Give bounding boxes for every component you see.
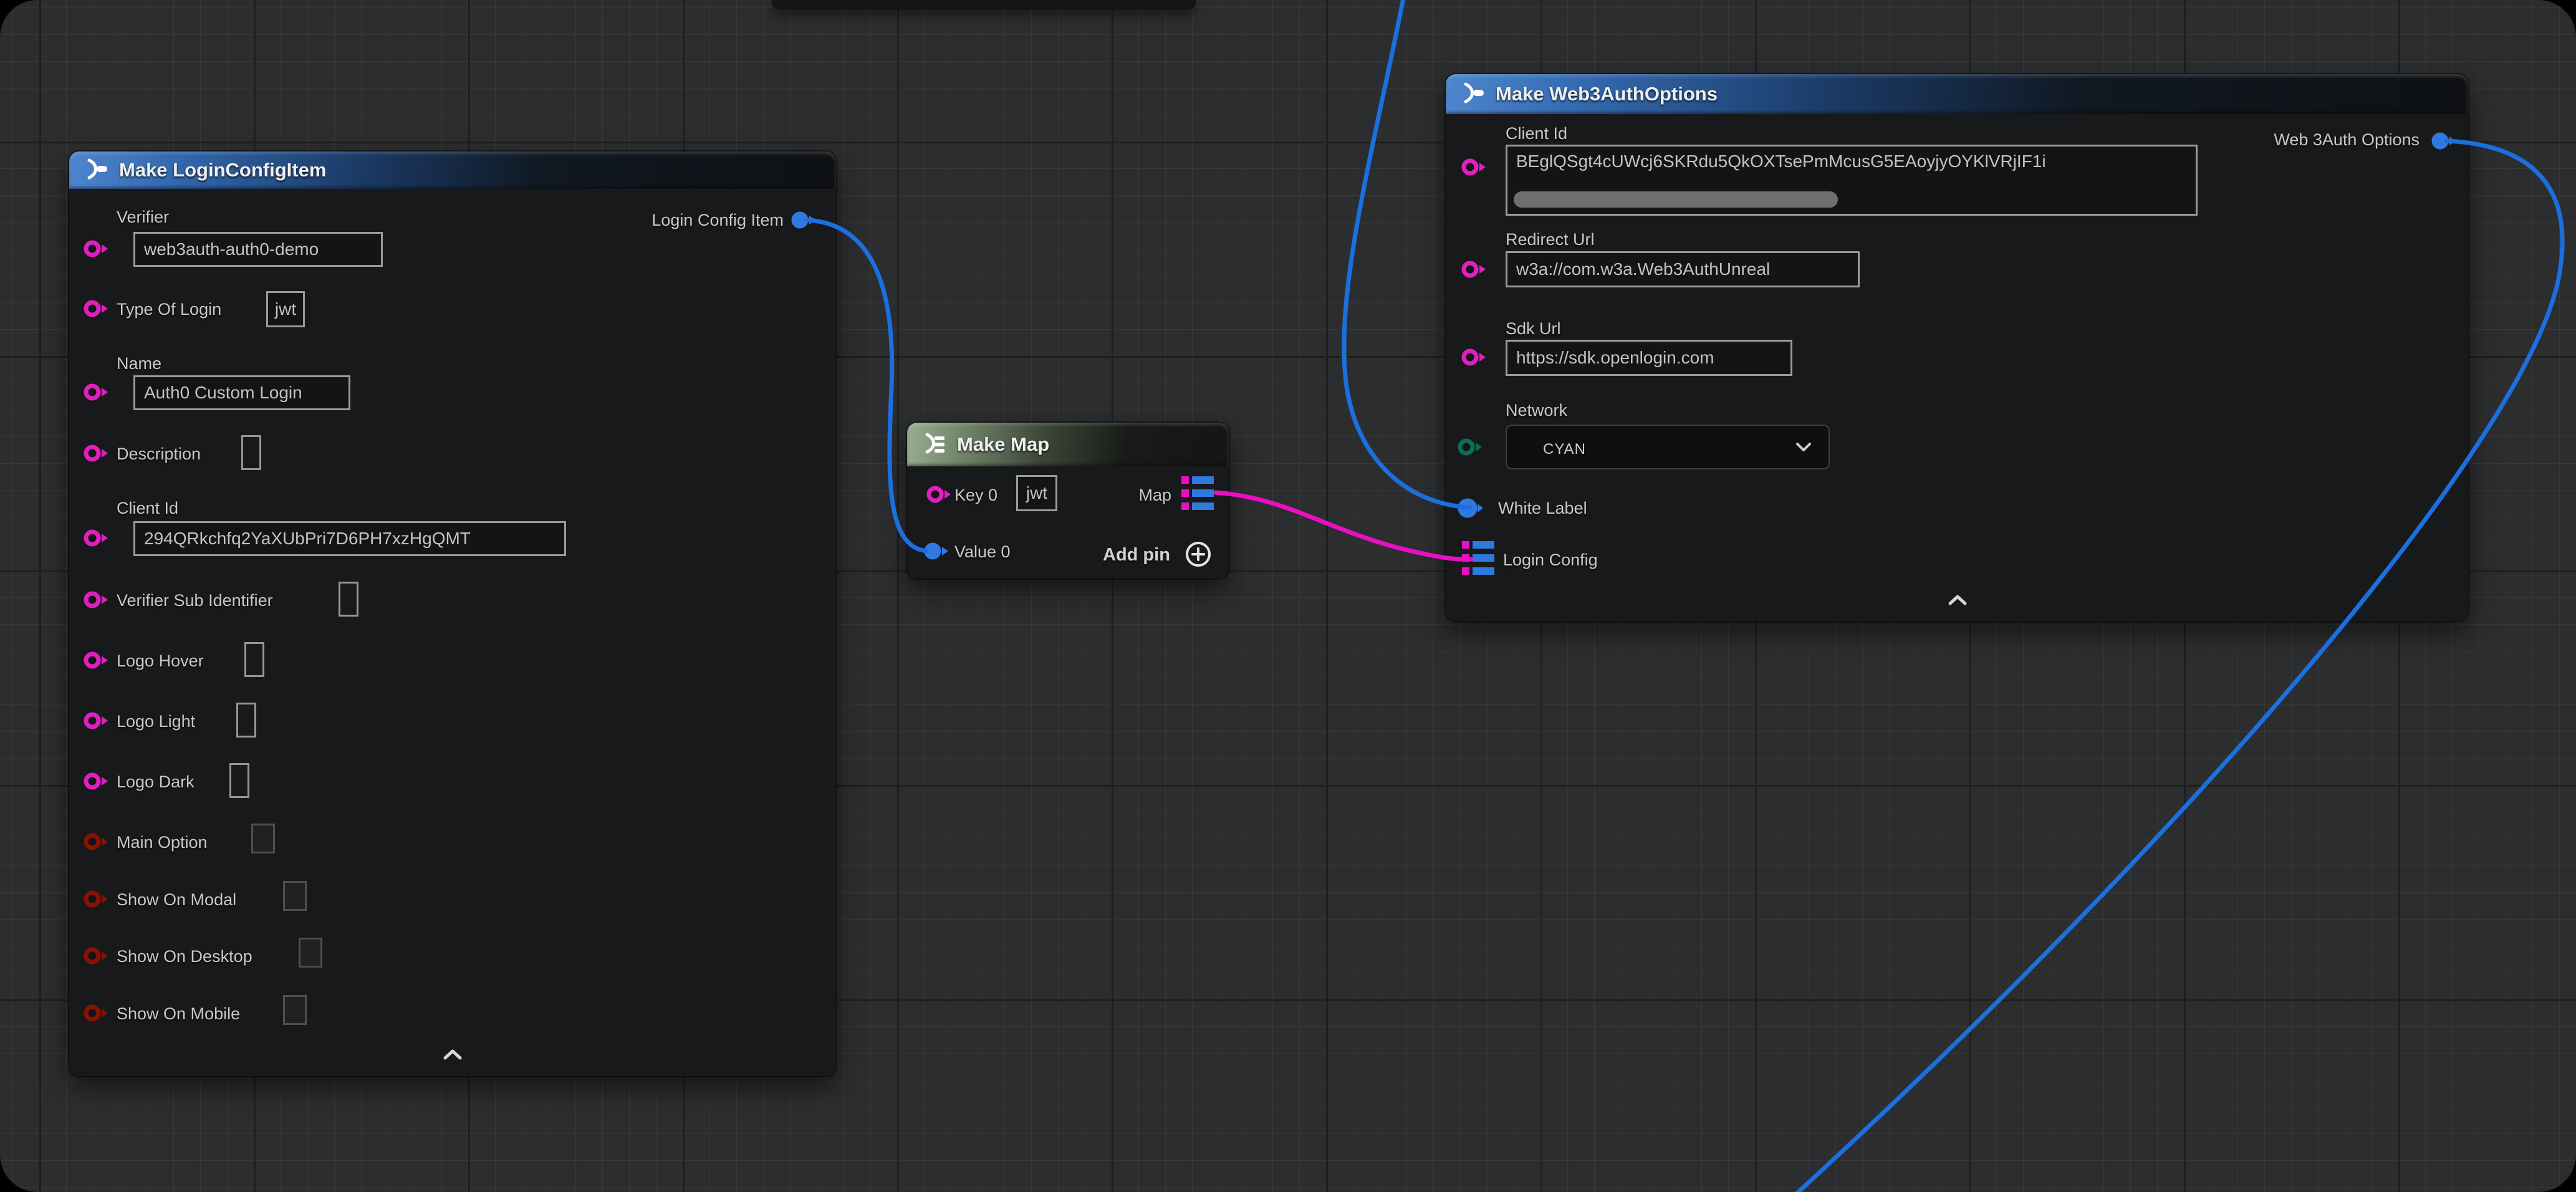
make-struct-icon bbox=[82, 156, 109, 185]
verifier-value: web3auth-auth0-demo bbox=[144, 239, 319, 259]
node-header[interactable]: Make Web3AuthOptions bbox=[1446, 74, 2468, 114]
map-output-pin[interactable] bbox=[1181, 476, 1214, 510]
map-output-label: Map bbox=[1138, 486, 1171, 505]
client-id-value: BEglQSgt4cUWcj6SKRdu5QkOXTsePmMcusG5EAoy… bbox=[1516, 151, 2046, 171]
description-input[interactable] bbox=[241, 435, 261, 470]
sdk-url-pin[interactable] bbox=[1461, 347, 1489, 368]
node-title: Make Map bbox=[957, 433, 1049, 456]
name-label: Name bbox=[117, 354, 161, 373]
key0-label: Key 0 bbox=[954, 486, 997, 505]
show-on-modal-checkbox[interactable] bbox=[283, 881, 307, 911]
node-header[interactable]: Make LoginConfigItem bbox=[69, 151, 836, 189]
output-pin-label: Login Config Item bbox=[651, 211, 784, 230]
client-id-input[interactable]: BEglQSgt4cUWcj6SKRdu5QkOXTsePmMcusG5EAoy… bbox=[1506, 145, 2198, 216]
blueprint-graph[interactable]: Make LoginConfigItem Login Config Item V… bbox=[0, 0, 2576, 1192]
type-of-login-label: Type Of Login bbox=[117, 300, 221, 319]
network-label: Network bbox=[1506, 401, 1567, 420]
client-id-value: 294QRkchfq2YaXUbPri7D6PH7xzHgQMT bbox=[144, 529, 471, 549]
redirect-url-label: Redirect Url bbox=[1506, 230, 1595, 249]
show-on-modal-pin[interactable] bbox=[83, 888, 112, 910]
show-on-mobile-pin[interactable] bbox=[83, 1002, 112, 1024]
logo-dark-label: Logo Dark bbox=[117, 772, 195, 792]
logo-light-label: Logo Light bbox=[117, 712, 195, 731]
show-on-modal-label: Show On Modal bbox=[117, 890, 236, 910]
client-id-label: Client Id bbox=[1506, 124, 1567, 143]
collapse-chevron-icon[interactable] bbox=[1946, 594, 1969, 607]
key0-value: jwt bbox=[1026, 483, 1047, 503]
client-id-label: Client Id bbox=[117, 499, 178, 518]
network-pin[interactable] bbox=[1457, 436, 1486, 458]
network-dropdown[interactable]: CYAN bbox=[1506, 425, 1830, 469]
main-option-checkbox[interactable] bbox=[251, 824, 275, 853]
verifier-input[interactable]: web3auth-auth0-demo bbox=[133, 232, 383, 267]
show-on-desktop-checkbox[interactable] bbox=[299, 938, 322, 968]
description-label: Description bbox=[117, 445, 201, 464]
type-of-login-input[interactable]: jwt bbox=[266, 291, 305, 327]
node-title: Make Web3AuthOptions bbox=[1496, 83, 1718, 105]
logo-light-input[interactable] bbox=[236, 703, 256, 738]
white-label-label: White Label bbox=[1498, 499, 1587, 518]
verifier-pin[interactable] bbox=[83, 238, 112, 259]
node-make-web3authoptions[interactable]: Make Web3AuthOptions Web 3Auth Options C… bbox=[1446, 74, 2468, 621]
redirect-url-input[interactable]: w3a://com.w3a.Web3AuthUnreal bbox=[1506, 251, 1860, 287]
value0-label: Value 0 bbox=[954, 542, 1011, 562]
name-pin[interactable] bbox=[83, 382, 112, 403]
logo-light-pin[interactable] bbox=[83, 710, 112, 731]
logo-hover-label: Logo Hover bbox=[117, 651, 204, 671]
show-on-mobile-checkbox[interactable] bbox=[283, 995, 307, 1025]
logo-hover-input[interactable] bbox=[244, 642, 264, 677]
type-of-login-value: jwt bbox=[275, 299, 296, 319]
node-header[interactable]: Make Map bbox=[907, 423, 1229, 466]
client-id-input[interactable]: 294QRkchfq2YaXUbPri7D6PH7xzHgQMT bbox=[133, 521, 566, 556]
verifier-sub-identifier-input[interactable] bbox=[339, 582, 358, 617]
main-option-pin[interactable] bbox=[83, 831, 112, 852]
verifier-sub-identifier-pin[interactable] bbox=[83, 589, 112, 610]
sdk-url-value: https://sdk.openlogin.com bbox=[1516, 348, 1714, 368]
add-pin-label[interactable]: Add pin bbox=[1103, 545, 1170, 565]
node-make-loginconfigitem[interactable]: Make LoginConfigItem Login Config Item V… bbox=[69, 151, 836, 1076]
make-map-icon bbox=[920, 431, 947, 459]
client-id-pin[interactable] bbox=[83, 527, 112, 549]
logo-dark-pin[interactable] bbox=[83, 771, 112, 792]
key0-pin[interactable] bbox=[926, 484, 954, 505]
description-pin[interactable] bbox=[83, 443, 112, 464]
client-id-scrollbar[interactable] bbox=[1514, 191, 1838, 208]
name-value: Auth0 Custom Login bbox=[144, 383, 302, 403]
redirect-url-pin[interactable] bbox=[1461, 259, 1489, 280]
name-input[interactable]: Auth0 Custom Login bbox=[133, 375, 350, 410]
verifier-label: Verifier bbox=[117, 208, 169, 227]
main-option-label: Main Option bbox=[117, 833, 208, 852]
node-title: Make LoginConfigItem bbox=[119, 159, 326, 181]
redirect-url-value: w3a://com.w3a.Web3AuthUnreal bbox=[1516, 259, 1770, 279]
logo-dark-input[interactable] bbox=[229, 763, 249, 798]
sdk-url-label: Sdk Url bbox=[1506, 319, 1561, 339]
show-on-desktop-label: Show On Desktop bbox=[117, 947, 252, 966]
logo-hover-pin[interactable] bbox=[83, 650, 112, 671]
make-struct-icon bbox=[1458, 80, 1486, 108]
add-pin-icon[interactable] bbox=[1184, 540, 1213, 569]
output-pin-label: Web 3Auth Options bbox=[2274, 130, 2420, 150]
offscreen-node-partial[interactable] bbox=[772, 0, 1196, 10]
client-id-pin[interactable] bbox=[1461, 156, 1489, 178]
node-make-map[interactable]: Make Map Key 0 jwt Map Value 0 Add pin bbox=[907, 423, 1229, 579]
chevron-down-icon bbox=[1794, 441, 1814, 453]
verifier-sub-identifier-label: Verifier Sub Identifier bbox=[117, 591, 273, 610]
login-config-label: Login Config bbox=[1503, 550, 1598, 570]
show-on-mobile-label: Show On Mobile bbox=[117, 1004, 240, 1024]
show-on-desktop-pin[interactable] bbox=[83, 945, 112, 966]
type-of-login-pin[interactable] bbox=[83, 298, 112, 319]
sdk-url-input[interactable]: https://sdk.openlogin.com bbox=[1506, 340, 1792, 376]
collapse-chevron-icon[interactable] bbox=[441, 1048, 464, 1062]
network-selected-value: CYAN bbox=[1543, 441, 1586, 458]
key0-input[interactable]: jwt bbox=[1016, 475, 1057, 511]
